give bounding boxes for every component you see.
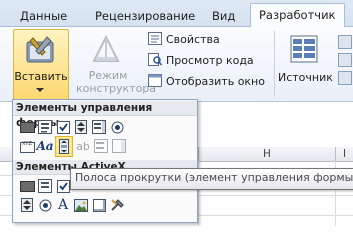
activex-checkbox-icon[interactable] (55, 178, 71, 194)
tab-data[interactable]: Данные (20, 6, 67, 26)
dialog-icon (148, 74, 162, 87)
activex-image-icon[interactable] (73, 197, 89, 213)
text-field-icon: ab (76, 139, 90, 153)
design-mode-button[interactable]: Режим конструктора (76, 29, 157, 99)
group-box-icon[interactable]: XYZ (19, 138, 35, 154)
source-button[interactable]: Источник (278, 29, 333, 99)
combo-box-icon[interactable] (37, 119, 53, 135)
tab-view[interactable]: Вид (212, 6, 235, 26)
view-code-button[interactable]: Просмотр кода (148, 52, 254, 69)
group-separator (274, 31, 275, 97)
form-controls-header: Элементы управления формы (13, 101, 197, 129)
view-code-icon (148, 53, 162, 66)
tools-icon (26, 36, 54, 63)
chevron-down-icon (36, 88, 44, 92)
tab-review[interactable]: Рецензирование (95, 6, 195, 26)
design-mode-icon (92, 34, 120, 62)
design-mode-label-1: Режим (88, 69, 128, 82)
source-label: Источник (278, 71, 333, 84)
properties-label: Свойства (166, 33, 220, 46)
xml-small-buttons[interactable] (338, 35, 352, 95)
column-header-i[interactable]: I (336, 147, 353, 161)
activex-combo-box-icon[interactable] (37, 178, 53, 194)
properties-button[interactable]: Свойства (148, 31, 220, 48)
show-window-button[interactable]: Отобразить окно (148, 73, 265, 90)
activex-button-icon[interactable] (19, 178, 35, 194)
ribbon: Вставить Режим конструктора Свойства Про… (0, 27, 353, 102)
design-mode-label-2: конструктора (76, 82, 157, 95)
label-control-icon[interactable]: Aa (36, 138, 53, 154)
insert-controls-menu: Элементы управления формы XYZ Aa ab Элем… (12, 99, 198, 223)
list-box-icon[interactable] (91, 119, 107, 135)
checkbox-control-icon[interactable] (55, 119, 71, 135)
properties-icon (148, 32, 162, 45)
option-button-icon[interactable] (109, 119, 125, 135)
expansion-pack-icon (338, 53, 352, 67)
activex-label-icon[interactable]: A (55, 197, 71, 213)
activex-spin-icon[interactable] (19, 197, 35, 213)
ribbon-tab-bar: Данные Рецензирование Вид Разработчик (0, 0, 353, 28)
refresh-data-icon (338, 71, 352, 85)
activex-more-controls-icon[interactable] (109, 197, 125, 213)
button-control-icon[interactable] (19, 119, 35, 135)
scroll-bar-icon[interactable] (55, 136, 73, 157)
insert-control-button[interactable]: Вставить (13, 29, 69, 101)
column-header-h[interactable]: H (199, 147, 335, 161)
insert-label: Вставить (14, 70, 68, 83)
map-properties-icon (338, 35, 352, 49)
scroll-bar-tooltip: Полоса прокрутки (элемент управления фор… (70, 168, 353, 190)
combo-drop-edit-icon (111, 138, 127, 154)
spin-button-icon[interactable] (73, 119, 89, 135)
tab-developer[interactable]: Разработчик (250, 3, 345, 28)
svg-text:XYZ: XYZ (22, 141, 32, 147)
show-window-label: Отобразить окно (166, 75, 265, 88)
view-code-label: Просмотр кода (166, 54, 254, 67)
activex-toggle-button-icon[interactable] (91, 197, 107, 213)
activex-option-button-icon[interactable] (37, 197, 53, 213)
combo-list-edit-icon (93, 138, 109, 154)
xml-source-icon (290, 35, 318, 63)
